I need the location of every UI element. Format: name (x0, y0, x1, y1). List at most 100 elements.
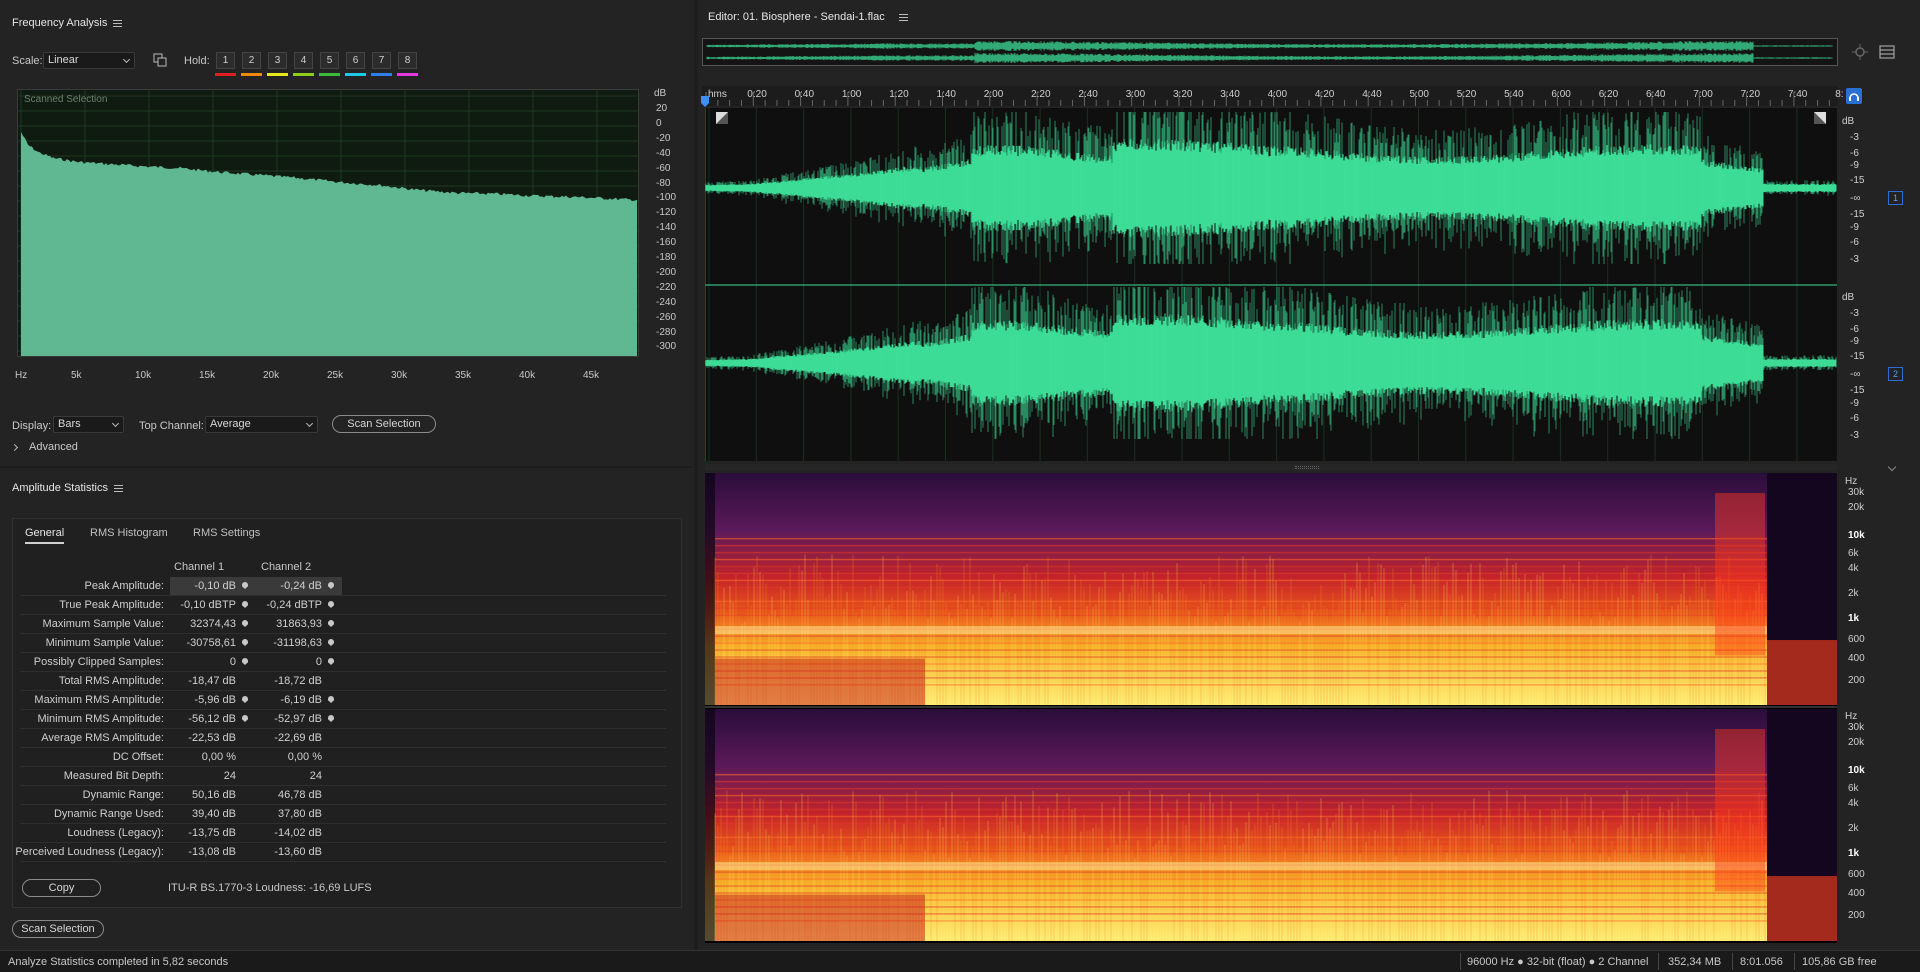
hold-button-8[interactable]: 8 (398, 52, 417, 69)
freq-scan-selection-button[interactable]: Scan Selection (332, 415, 436, 433)
marker-pin-icon[interactable] (242, 715, 248, 722)
hold-color-bar (215, 73, 236, 76)
ruler-tick-label: 6:40 (1646, 89, 1666, 100)
copy-button[interactable]: Copy (22, 879, 101, 897)
playhead-marker-icon[interactable] (700, 96, 710, 108)
chevron-down-icon (111, 419, 120, 428)
hold-button-6[interactable]: 6 (346, 52, 365, 69)
frequency-analysis-title: Frequency Analysis (12, 17, 123, 29)
hz-scale-label: 20k (1848, 737, 1865, 748)
fade-in-handle-icon[interactable] (716, 112, 728, 124)
overlay-icon[interactable] (153, 53, 167, 67)
hold-button-3[interactable]: 3 (268, 52, 287, 69)
stat-channel-1-value: -22,53 dB (188, 732, 236, 744)
ruler-tick-label: 0:40 (794, 89, 815, 100)
hold-button-7[interactable]: 7 (372, 52, 391, 69)
status-divider (1460, 953, 1461, 970)
stat-channel-1-value: 50,16 dB (191, 789, 236, 801)
hold-button-1[interactable]: 1 (216, 52, 235, 69)
db-scale-label: -15 (1850, 385, 1865, 396)
hz-scale-label: 10k (1848, 765, 1865, 776)
hold-color-bar (241, 73, 262, 76)
channel-1-badge[interactable]: 1 (1888, 191, 1903, 205)
scale-select[interactable]: Linear (43, 52, 135, 69)
y-tick-label: -200 (656, 266, 677, 278)
y-tick-label: 20 (656, 103, 668, 114)
y-tick-label: -40 (656, 147, 671, 159)
panel-menu-icon[interactable] (898, 13, 908, 21)
panel-menu-icon[interactable] (113, 19, 123, 27)
marker-pin-icon[interactable] (328, 620, 334, 627)
advanced-toggle[interactable]: Advanced (10, 441, 78, 453)
table-row: Maximum RMS Amplitude: -5,96 dB -6,19 dB (20, 691, 666, 710)
db-scale-label: -15 (1850, 175, 1865, 186)
waveform-view[interactable] (704, 108, 1837, 461)
panel-menu-icon[interactable] (113, 484, 123, 492)
ruler-tick-label: 1:20 (889, 89, 909, 100)
list-view-icon[interactable] (1879, 45, 1895, 59)
hold-button-4[interactable]: 4 (294, 52, 313, 69)
overview-strip[interactable] (702, 38, 1838, 66)
marker-pin-icon[interactable] (328, 658, 334, 665)
y-tick-label: -180 (656, 252, 677, 263)
hold-color-bar (293, 73, 314, 76)
marker-pin-icon[interactable] (328, 582, 334, 589)
db-scale-label: -6 (1850, 237, 1859, 248)
hz-scale-label: 200 (1848, 910, 1865, 921)
hz-scale-label: 400 (1848, 888, 1865, 899)
x-tick-label: 15k (199, 370, 216, 381)
status-divider (1732, 953, 1733, 970)
db-scale-label: -6 (1850, 413, 1859, 424)
marker-pin-icon[interactable] (242, 582, 248, 589)
x-tick-label: 25k (327, 370, 344, 381)
stat-channel-2-value: -0,24 dBTP (256, 596, 342, 614)
amp-scan-selection-button[interactable]: Scan Selection (12, 920, 104, 938)
stat-channel-2-value: 0 (256, 653, 342, 671)
marker-pin-icon[interactable] (242, 620, 248, 627)
marker-pin-icon[interactable] (328, 715, 334, 722)
marker-pin-icon[interactable] (328, 696, 334, 703)
headphones-icon[interactable] (1846, 88, 1862, 104)
y-tick-label: -300 (656, 341, 677, 353)
x-tick-label: 30k (391, 370, 408, 381)
top-channel-select[interactable]: Average (205, 416, 318, 433)
duration: 8:01.056 (1740, 956, 1783, 968)
x-tick-label: 35k (455, 370, 472, 381)
marker-pin-icon[interactable] (328, 601, 334, 608)
chevron-right-icon (10, 443, 19, 452)
amplitude-statistics-title-text: Amplitude Statistics (12, 482, 108, 494)
display-select[interactable]: Bars (53, 416, 124, 433)
view-divider[interactable] (705, 464, 1837, 471)
marker-pin-icon[interactable] (242, 658, 248, 665)
table-row: Dynamic Range Used: 39,40 dB 37,80 dB (20, 805, 666, 824)
tab-rms-histogram[interactable]: RMS Histogram (90, 527, 168, 542)
editor-title: Editor: 01. Biosphere - Sendai-1.flac (708, 11, 908, 23)
hz-scale-label: 1k (1848, 613, 1860, 624)
spectrogram-svg (705, 473, 1837, 941)
stat-label: Average RMS Amplitude: (41, 732, 164, 744)
hold-button-5[interactable]: 5 (320, 52, 339, 69)
ruler-tick-label: 2:40 (1078, 89, 1098, 100)
hz-scale-label: 30k (1848, 722, 1865, 733)
display-select-value: Bars (58, 418, 81, 430)
overview-waveform (706, 40, 1833, 64)
ruler-tick-label: 8: (1835, 89, 1844, 100)
marker-pin-icon[interactable] (242, 601, 248, 608)
channel-2-badge[interactable]: 2 (1888, 367, 1903, 381)
scale-label: Scale: (12, 55, 43, 67)
tab-general[interactable]: General (25, 527, 65, 544)
hold-button-2[interactable]: 2 (242, 52, 261, 69)
spectrogram-view[interactable] (705, 473, 1837, 943)
hold-color-bar (345, 73, 366, 76)
fade-out-handle-icon[interactable] (1814, 112, 1826, 124)
y-tick-label: -220 (656, 281, 677, 293)
marker-pin-icon[interactable] (242, 696, 248, 703)
tab-rms-settings[interactable]: RMS Settings (193, 527, 260, 542)
marker-pin-icon[interactable] (328, 639, 334, 646)
db-scale-label: -3 (1850, 132, 1859, 143)
stat-label: Maximum RMS Amplitude: (34, 694, 164, 706)
x-tick-label: 5k (71, 370, 82, 381)
y-tick-label: 0 (656, 117, 662, 129)
marker-pin-icon[interactable] (242, 639, 248, 646)
zoom-icon[interactable] (1852, 44, 1868, 60)
